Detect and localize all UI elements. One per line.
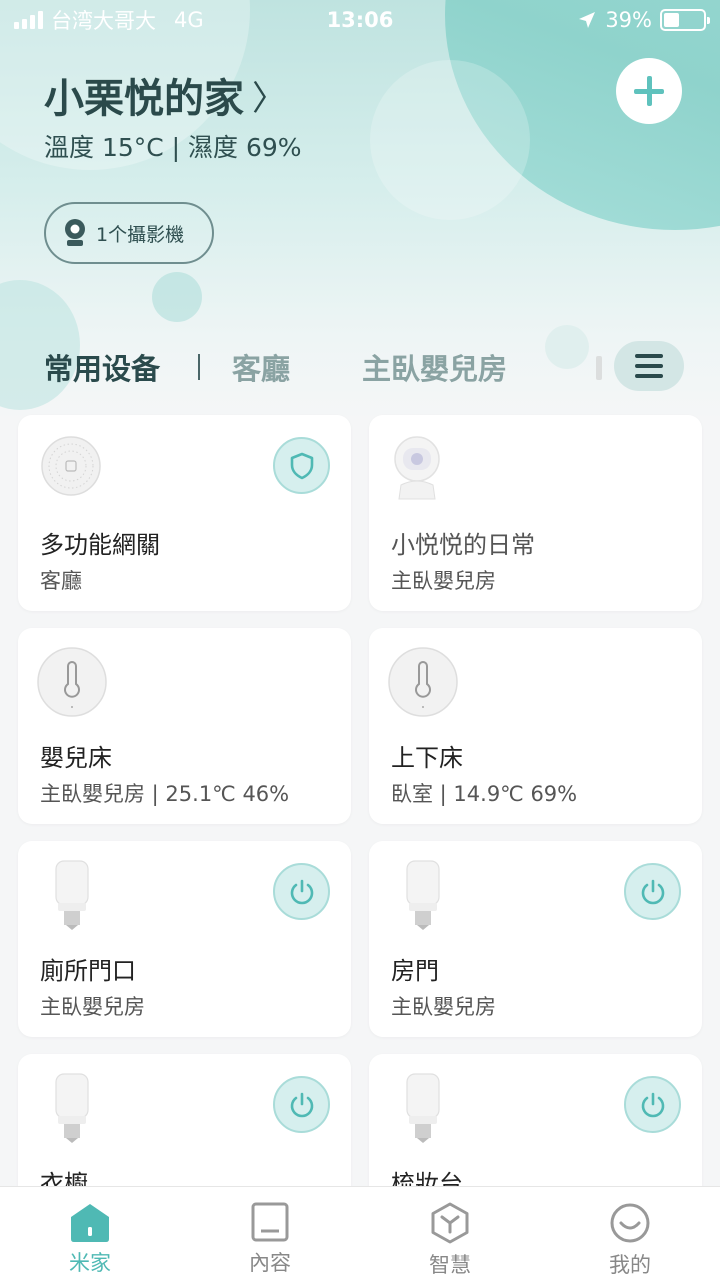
status-bar: 台湾大哥大 4G 13:06 39% xyxy=(0,0,720,40)
weather-summary: 溫度 15°C | 濕度 69% xyxy=(44,133,302,162)
chevron-right-icon: 〉 xyxy=(252,78,286,119)
camera-chip-label: 1个攝影機 xyxy=(96,223,185,246)
thermometer-icon xyxy=(388,647,458,717)
home-name: 小栗悦的家 xyxy=(44,76,244,122)
device-room: 客廳 xyxy=(40,569,82,593)
add-device-button[interactable] xyxy=(616,58,682,124)
device-card-bulb-door[interactable]: 房門 主臥嬰兒房 xyxy=(369,841,702,1037)
power-toggle-button[interactable] xyxy=(273,863,330,920)
bottom-navigation: 米家 內容 智慧 我的 xyxy=(0,1186,720,1281)
device-name: 多功能網關 xyxy=(40,531,160,559)
battery-icon xyxy=(660,9,710,31)
nav-content[interactable]: 內容 xyxy=(180,1187,360,1281)
nav-label: 內容 xyxy=(249,1251,291,1275)
bulb-icon xyxy=(55,860,89,930)
device-room: 主臥嬰兒房 xyxy=(391,569,496,593)
device-card-camera[interactable]: 小悦悦的日常 主臥嬰兒房 xyxy=(369,415,702,611)
device-card-bulb-toilet[interactable]: 廁所門口 主臥嬰兒房 xyxy=(18,841,351,1037)
device-name: 房門 xyxy=(391,957,439,985)
bulb-icon xyxy=(406,860,440,930)
clock: 13:06 xyxy=(326,8,394,32)
device-name: 廁所門口 xyxy=(40,957,136,985)
room-tabs: 常用设备 客廳 主臥嬰兒房 xyxy=(44,344,507,390)
tab-favorites[interactable]: 常用设备 xyxy=(44,346,160,388)
home-selector[interactable]: 小栗悦的家 〉 xyxy=(44,66,286,124)
security-toggle-button[interactable] xyxy=(273,437,330,494)
device-card-sensor-bunk[interactable]: 上下床 臥室 | 14.9℃ 69% xyxy=(369,628,702,824)
device-card-gateway[interactable]: 多功能網關 客廳 xyxy=(18,415,351,611)
tab-master-nursery[interactable]: 主臥嬰兒房 xyxy=(362,346,507,388)
nav-label: 智慧 xyxy=(429,1253,471,1277)
bulb-icon xyxy=(55,1073,89,1143)
nav-label: 米家 xyxy=(69,1251,111,1275)
bulb-icon xyxy=(406,1073,440,1143)
device-room: 主臥嬰兒房 | 25.1℃ 46% xyxy=(40,782,290,806)
device-name: 上下床 xyxy=(391,744,463,772)
gateway-icon xyxy=(41,436,101,496)
power-toggle-button[interactable] xyxy=(273,1076,330,1133)
device-room: 主臥嬰兒房 xyxy=(391,995,496,1019)
device-name: 小悦悦的日常 xyxy=(391,531,535,559)
profile-icon xyxy=(610,1203,650,1243)
device-name: 嬰兒床 xyxy=(40,744,112,772)
camera-icon xyxy=(65,219,85,246)
decor-bubble xyxy=(370,60,530,220)
nav-smart[interactable]: 智慧 xyxy=(360,1187,540,1281)
nav-profile[interactable]: 我的 xyxy=(540,1187,720,1281)
power-icon xyxy=(290,1092,313,1117)
tab-divider xyxy=(198,354,201,380)
device-room: 主臥嬰兒房 xyxy=(40,995,145,1019)
power-icon xyxy=(290,879,313,904)
device-card-sensor-crib[interactable]: 嬰兒床 主臥嬰兒房 | 25.1℃ 46% xyxy=(18,628,351,824)
camera-icon xyxy=(394,436,440,500)
decor-bubble xyxy=(152,272,202,322)
shield-icon xyxy=(290,452,313,479)
room-menu-button[interactable] xyxy=(614,341,684,391)
thermometer-icon xyxy=(37,647,107,717)
home-icon xyxy=(71,1204,109,1242)
power-icon xyxy=(641,879,664,904)
tab-overflow-hint xyxy=(596,356,602,380)
smart-icon xyxy=(431,1202,469,1244)
power-toggle-button[interactable] xyxy=(624,863,681,920)
content-icon xyxy=(251,1202,289,1242)
tab-living-room[interactable]: 客廳 xyxy=(232,346,290,388)
power-toggle-button[interactable] xyxy=(624,1076,681,1133)
camera-chip-button[interactable]: 1个攝影機 xyxy=(44,202,214,264)
device-room: 臥室 | 14.9℃ 69% xyxy=(391,782,578,806)
power-icon xyxy=(641,1092,664,1117)
nav-home[interactable]: 米家 xyxy=(0,1187,180,1281)
nav-label: 我的 xyxy=(609,1253,651,1277)
decor-bubble xyxy=(545,325,589,369)
